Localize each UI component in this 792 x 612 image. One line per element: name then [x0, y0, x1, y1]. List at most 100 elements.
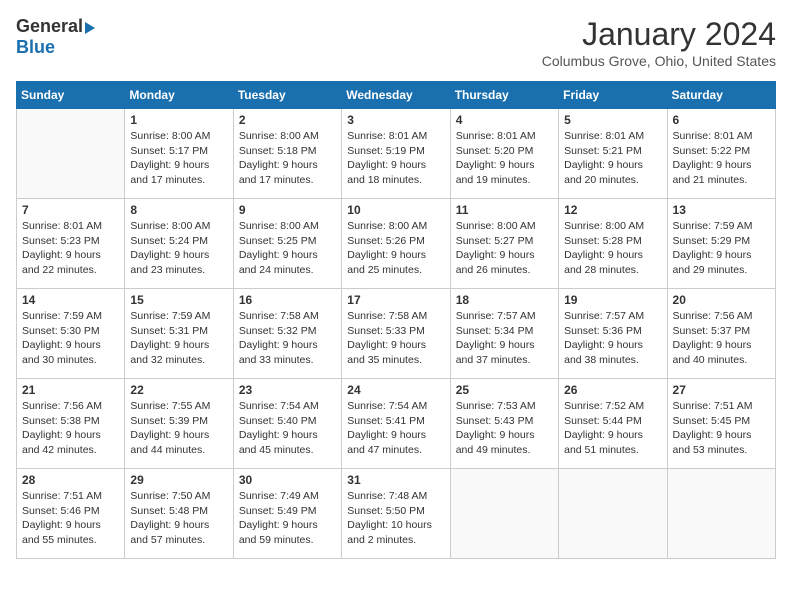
- day-number: 29: [130, 473, 227, 487]
- day-info: Sunrise: 8:00 AMSunset: 5:17 PMDaylight:…: [130, 129, 227, 188]
- calendar-cell: 8 Sunrise: 8:00 AMSunset: 5:24 PMDaylight…: [125, 199, 233, 289]
- day-info: Sunrise: 7:56 AMSunset: 5:37 PMDaylight:…: [673, 309, 770, 368]
- calendar-cell: 26 Sunrise: 7:52 AMSunset: 5:44 PMDayligh…: [559, 379, 667, 469]
- day-number: 18: [456, 293, 553, 307]
- day-info: Sunrise: 8:01 AMSunset: 5:22 PMDaylight:…: [673, 129, 770, 188]
- logo-blue-text: Blue: [16, 37, 55, 58]
- calendar-cell: [450, 469, 558, 559]
- calendar-cell: 22 Sunrise: 7:55 AMSunset: 5:39 PMDayligh…: [125, 379, 233, 469]
- day-info: Sunrise: 7:51 AMSunset: 5:45 PMDaylight:…: [673, 399, 770, 458]
- day-number: 11: [456, 203, 553, 217]
- weekday-header-thursday: Thursday: [450, 82, 558, 109]
- weekday-header-sunday: Sunday: [17, 82, 125, 109]
- calendar-cell: 12 Sunrise: 8:00 AMSunset: 5:28 PMDayligh…: [559, 199, 667, 289]
- day-info: Sunrise: 8:01 AMSunset: 5:23 PMDaylight:…: [22, 219, 119, 278]
- day-number: 14: [22, 293, 119, 307]
- calendar-cell: 10 Sunrise: 8:00 AMSunset: 5:26 PMDayligh…: [342, 199, 450, 289]
- day-info: Sunrise: 7:53 AMSunset: 5:43 PMDaylight:…: [456, 399, 553, 458]
- day-info: Sunrise: 7:58 AMSunset: 5:32 PMDaylight:…: [239, 309, 336, 368]
- calendar-cell: 4Sunrise: 8:01 AMSunset: 5:20 PMDaylight…: [450, 109, 558, 199]
- day-number: 13: [673, 203, 770, 217]
- day-info: Sunrise: 7:54 AMSunset: 5:40 PMDaylight:…: [239, 399, 336, 458]
- day-info: Sunrise: 8:01 AMSunset: 5:21 PMDaylight:…: [564, 129, 661, 188]
- calendar-cell: 5Sunrise: 8:01 AMSunset: 5:21 PMDaylight…: [559, 109, 667, 199]
- day-number: 7: [22, 203, 119, 217]
- calendar-week-row: 21Sunrise: 7:56 AMSunset: 5:38 PMDayligh…: [17, 379, 776, 469]
- day-number: 24: [347, 383, 444, 397]
- day-info: Sunrise: 8:00 AMSunset: 5:28 PMDaylight:…: [564, 219, 661, 278]
- day-number: 2: [239, 113, 336, 127]
- calendar-cell: 17 Sunrise: 7:58 AMSunset: 5:33 PMDayligh…: [342, 289, 450, 379]
- calendar-cell: 31 Sunrise: 7:48 AMSunset: 5:50 PMDayligh…: [342, 469, 450, 559]
- day-number: 31: [347, 473, 444, 487]
- day-number: 27: [673, 383, 770, 397]
- day-info: Sunrise: 7:57 AMSunset: 5:34 PMDaylight:…: [456, 309, 553, 368]
- calendar-cell: 13 Sunrise: 7:59 AMSunset: 5:29 PMDayligh…: [667, 199, 775, 289]
- month-year-title: January 2024: [542, 16, 776, 53]
- day-number: 12: [564, 203, 661, 217]
- calendar-cell: 3 Sunrise: 8:01 AMSunset: 5:19 PMDaylight…: [342, 109, 450, 199]
- day-info: Sunrise: 8:00 AMSunset: 5:24 PMDaylight:…: [130, 219, 227, 278]
- weekday-header-monday: Monday: [125, 82, 233, 109]
- day-number: 26: [564, 383, 661, 397]
- day-info: Sunrise: 7:52 AMSunset: 5:44 PMDaylight:…: [564, 399, 661, 458]
- day-info: Sunrise: 7:58 AMSunset: 5:33 PMDaylight:…: [347, 309, 444, 368]
- day-number: 15: [130, 293, 227, 307]
- weekday-header-row: SundayMondayTuesdayWednesdayThursdayFrid…: [17, 82, 776, 109]
- day-info: Sunrise: 8:00 AMSunset: 5:26 PMDaylight:…: [347, 219, 444, 278]
- calendar-cell: 2 Sunrise: 8:00 AMSunset: 5:18 PMDaylight…: [233, 109, 341, 199]
- day-info: Sunrise: 7:59 AMSunset: 5:31 PMDaylight:…: [130, 309, 227, 368]
- logo-general-text: General: [16, 16, 83, 37]
- day-info: Sunrise: 7:49 AMSunset: 5:49 PMDaylight:…: [239, 489, 336, 548]
- day-info: Sunrise: 7:55 AMSunset: 5:39 PMDaylight:…: [130, 399, 227, 458]
- calendar-cell: 11 Sunrise: 8:00 AMSunset: 5:27 PMDayligh…: [450, 199, 558, 289]
- calendar-cell: 6 Sunrise: 8:01 AMSunset: 5:22 PMDaylight…: [667, 109, 775, 199]
- calendar-cell: 9 Sunrise: 8:00 AMSunset: 5:25 PMDaylight…: [233, 199, 341, 289]
- weekday-header-saturday: Saturday: [667, 82, 775, 109]
- calendar-table: SundayMondayTuesdayWednesdayThursdayFrid…: [16, 81, 776, 559]
- calendar-cell: 21Sunrise: 7:56 AMSunset: 5:38 PMDayligh…: [17, 379, 125, 469]
- calendar-cell: 16Sunrise: 7:58 AMSunset: 5:32 PMDayligh…: [233, 289, 341, 379]
- location-subtitle: Columbus Grove, Ohio, United States: [542, 53, 776, 69]
- day-number: 4: [456, 113, 553, 127]
- day-info: Sunrise: 8:00 AMSunset: 5:18 PMDaylight:…: [239, 129, 336, 188]
- day-number: 10: [347, 203, 444, 217]
- calendar-cell: 23Sunrise: 7:54 AMSunset: 5:40 PMDayligh…: [233, 379, 341, 469]
- day-info: Sunrise: 7:59 AMSunset: 5:29 PMDaylight:…: [673, 219, 770, 278]
- day-number: 1: [130, 113, 227, 127]
- calendar-cell: 7 Sunrise: 8:01 AMSunset: 5:23 PMDaylight…: [17, 199, 125, 289]
- day-number: 8: [130, 203, 227, 217]
- page-header: General Blue January 2024 Columbus Grove…: [16, 16, 776, 69]
- day-number: 21: [22, 383, 119, 397]
- calendar-week-row: 28 Sunrise: 7:51 AMSunset: 5:46 PMDayligh…: [17, 469, 776, 559]
- weekday-header-wednesday: Wednesday: [342, 82, 450, 109]
- weekday-header-friday: Friday: [559, 82, 667, 109]
- logo-arrow-icon: [85, 22, 95, 34]
- day-number: 20: [673, 293, 770, 307]
- day-info: Sunrise: 7:57 AMSunset: 5:36 PMDaylight:…: [564, 309, 661, 368]
- calendar-cell: 20 Sunrise: 7:56 AMSunset: 5:37 PMDayligh…: [667, 289, 775, 379]
- logo: General Blue: [16, 16, 95, 58]
- day-info: Sunrise: 7:51 AMSunset: 5:46 PMDaylight:…: [22, 489, 119, 548]
- day-number: 19: [564, 293, 661, 307]
- day-info: Sunrise: 7:59 AMSunset: 5:30 PMDaylight:…: [22, 309, 119, 368]
- calendar-cell: 18 Sunrise: 7:57 AMSunset: 5:34 PMDayligh…: [450, 289, 558, 379]
- day-number: 3: [347, 113, 444, 127]
- title-section: January 2024 Columbus Grove, Ohio, Unite…: [542, 16, 776, 69]
- day-info: Sunrise: 8:00 AMSunset: 5:27 PMDaylight:…: [456, 219, 553, 278]
- day-number: 9: [239, 203, 336, 217]
- day-number: 28: [22, 473, 119, 487]
- calendar-cell: [17, 109, 125, 199]
- day-number: 6: [673, 113, 770, 127]
- calendar-cell: 28 Sunrise: 7:51 AMSunset: 5:46 PMDayligh…: [17, 469, 125, 559]
- weekday-header-tuesday: Tuesday: [233, 82, 341, 109]
- day-info: Sunrise: 8:00 AMSunset: 5:25 PMDaylight:…: [239, 219, 336, 278]
- calendar-cell: 24Sunrise: 7:54 AMSunset: 5:41 PMDayligh…: [342, 379, 450, 469]
- day-number: 30: [239, 473, 336, 487]
- calendar-cell: [559, 469, 667, 559]
- day-number: 25: [456, 383, 553, 397]
- day-number: 17: [347, 293, 444, 307]
- day-number: 22: [130, 383, 227, 397]
- day-info: Sunrise: 8:01 AMSunset: 5:19 PMDaylight:…: [347, 129, 444, 188]
- day-info: Sunrise: 7:48 AMSunset: 5:50 PMDaylight:…: [347, 489, 444, 548]
